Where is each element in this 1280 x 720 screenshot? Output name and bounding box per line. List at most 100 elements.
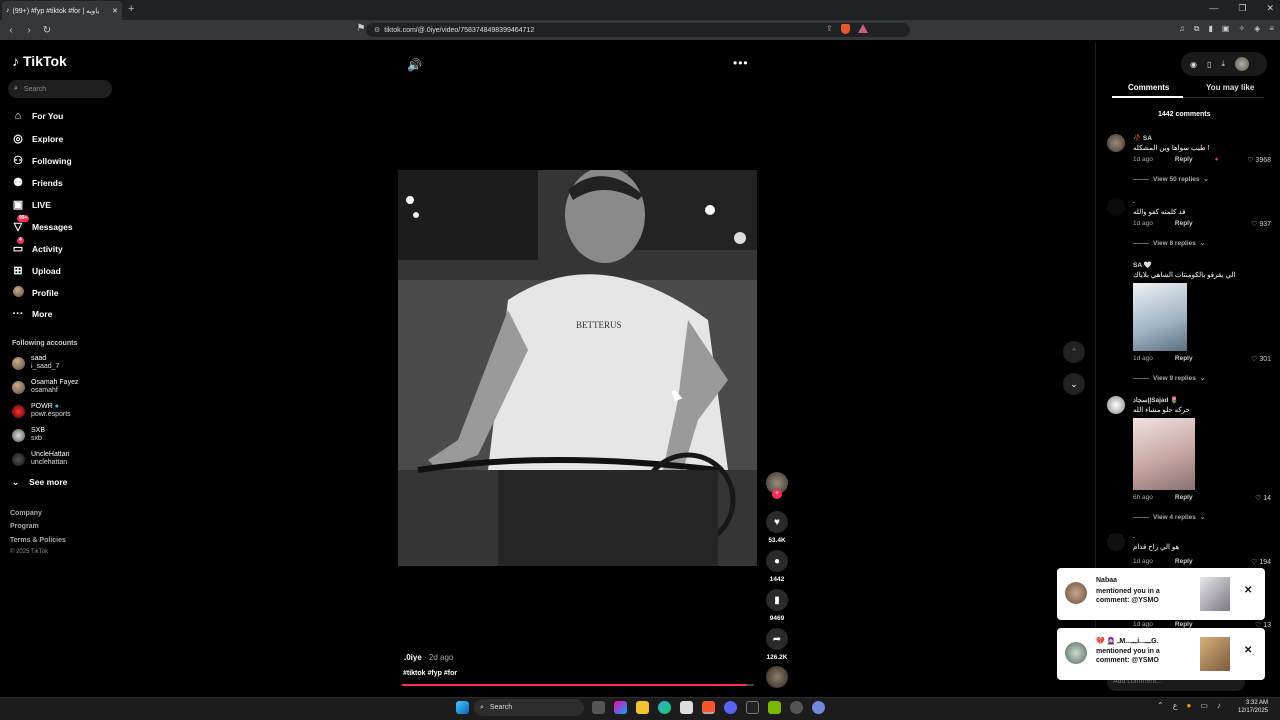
tiktok-logo[interactable]: ♪ TikTok <box>12 53 67 69</box>
account-item[interactable]: POWR ● powr.esports <box>12 403 71 419</box>
comment-author[interactable]: 🥀 SA <box>1133 134 1152 142</box>
avatar[interactable] <box>1107 198 1125 216</box>
comment-like-button[interactable]: ♡ 937 <box>1251 220 1271 228</box>
previous-video-button[interactable]: ⌃ <box>1063 341 1085 363</box>
brave-icon[interactable] <box>702 701 715 714</box>
menu-icon[interactable]: ≡ <box>1269 24 1274 34</box>
creator-avatar[interactable]: + <box>765 472 789 499</box>
account-item[interactable]: UncleHattan unclehattan <box>12 451 70 467</box>
footer-terms[interactable]: Terms & Policies <box>10 537 66 544</box>
avatar[interactable] <box>1107 134 1125 152</box>
close-tab-icon[interactable]: ✕ <box>112 7 118 15</box>
close-window-icon[interactable]: ✕ <box>1266 3 1274 14</box>
video-player[interactable]: BETTERUS <box>398 170 757 566</box>
reply-button[interactable]: Reply <box>1175 621 1193 628</box>
comment-like-button[interactable]: ♡ 3968 <box>1247 156 1271 164</box>
minimize-icon[interactable]: — <box>1209 3 1218 14</box>
taskbar-search[interactable]: ⌕ Search <box>474 699 584 716</box>
site-info-icon[interactable]: ⚙ <box>374 26 380 34</box>
share-icon[interactable]: ⇪ <box>826 24 833 34</box>
video-caption[interactable]: #tiktok #fyp #for <box>403 670 457 677</box>
forward-icon[interactable]: › <box>22 25 36 36</box>
avatar[interactable] <box>1107 396 1125 414</box>
nav-live[interactable]: ▣ LIVE <box>12 198 51 211</box>
footer-company[interactable]: Company <box>10 510 42 517</box>
chevron-up-icon[interactable]: ⌃ <box>1157 701 1164 710</box>
footer-program[interactable]: Program <box>10 523 39 530</box>
comment-button[interactable]: ● 1442 <box>765 550 789 583</box>
file-explorer-icon[interactable] <box>636 701 649 714</box>
media-icon[interactable]: ♫ <box>1179 24 1185 34</box>
reply-button[interactable]: Reply <box>1175 220 1193 227</box>
comment-author[interactable]: . <box>1133 533 1135 540</box>
nav-explore[interactable]: ◎ Explore <box>12 132 63 145</box>
comment-like-button[interactable]: ♡ 14 <box>1255 494 1271 502</box>
video-author[interactable]: .0iye · 2d ago <box>404 653 453 662</box>
app-icon[interactable] <box>790 701 803 714</box>
terminal-icon[interactable] <box>746 701 759 714</box>
like-button[interactable]: ♥ 53.4K <box>765 511 789 544</box>
nav-friends[interactable]: ⚉ Friends <box>12 176 63 189</box>
wallet-icon[interactable]: ▣ <box>1222 24 1230 34</box>
comment-like-button[interactable]: ♡ 194 <box>1251 558 1271 566</box>
tab-comments[interactable]: Comments <box>1128 83 1169 92</box>
leo-icon[interactable]: ✧ <box>1238 24 1245 34</box>
new-tab-button[interactable]: + <box>128 3 134 15</box>
reload-icon[interactable]: ↻ <box>40 25 54 36</box>
account-item[interactable]: Osamah Fayez osamahf <box>12 379 78 395</box>
phone-icon[interactable]: ▯ <box>1207 60 1211 69</box>
share-button[interactable]: ➦ 126.2K <box>765 628 789 661</box>
account-item[interactable]: saad i_saad_7 <box>12 355 59 371</box>
view-replies-button[interactable]: View 9 replies ⌄ <box>1133 374 1205 382</box>
nav-profile[interactable]: Profile <box>12 286 58 300</box>
download-icon[interactable]: ⤓ <box>1221 59 1225 69</box>
start-icon[interactable] <box>456 701 469 714</box>
comment-author[interactable]: سجاد||Sajad 🌷 <box>1133 396 1178 404</box>
comment-author[interactable]: . <box>1133 198 1135 205</box>
account-item[interactable]: SXB sxb <box>12 427 45 443</box>
taskbar-clock[interactable]: 3:32 AM 12/17/2025 <box>1238 699 1268 715</box>
close-icon[interactable]: ✕ <box>1244 585 1252 596</box>
volume-icon[interactable]: 🔊 <box>407 58 422 72</box>
vpn-icon[interactable]: ◈ <box>1254 24 1260 34</box>
nav-more[interactable]: ··· More <box>12 308 53 320</box>
view-replies-button[interactable]: View 50 replies ⌄ <box>1133 175 1209 183</box>
nvidia-icon[interactable] <box>768 701 781 714</box>
search-input[interactable]: ⌕ Search <box>8 80 112 98</box>
language-indicator[interactable]: ع <box>1173 701 1178 710</box>
network-icon[interactable]: ▭ <box>1200 701 1208 710</box>
user-avatar[interactable] <box>1234 57 1249 71</box>
browser-tab[interactable]: ♪ (99+) #fyp #tiktok #for | ياويه ✕ <box>2 1 122 20</box>
sidebar-toggle-icon[interactable]: ▮ <box>1209 24 1213 34</box>
comment-author[interactable]: SA 🤍 <box>1133 261 1152 269</box>
comment-image[interactable] <box>1133 418 1195 490</box>
brave-rewards-icon[interactable] <box>857 24 868 33</box>
nav-activity[interactable]: ▭ 4 Activity <box>12 237 63 255</box>
nav-messages[interactable]: ▽ 99+ Messages <box>12 215 73 233</box>
tab-you-may-like[interactable]: You may like <box>1206 83 1254 92</box>
follow-plus-icon[interactable]: + <box>772 489 782 499</box>
reply-button[interactable]: Reply <box>1175 558 1193 565</box>
speaker-icon[interactable]: ♪ <box>1217 701 1221 710</box>
microphone-icon[interactable]: ● <box>1186 701 1191 710</box>
nav-upload[interactable]: ⊞ Upload <box>12 264 60 277</box>
task-view-icon[interactable] <box>592 701 605 714</box>
brave-shield-icon[interactable] <box>840 24 850 34</box>
video-progress-bar[interactable] <box>402 684 754 686</box>
maximize-icon[interactable]: ❐ <box>1238 3 1246 14</box>
avatar[interactable] <box>1107 533 1125 551</box>
reply-button[interactable]: Reply <box>1175 355 1193 362</box>
edge-icon[interactable] <box>658 701 671 714</box>
copilot-icon[interactable] <box>614 701 627 714</box>
next-video-button[interactable]: ⌄ <box>1063 373 1085 395</box>
music-disc[interactable] <box>765 666 789 688</box>
mention-notification[interactable]: Nabaa mentioned you in a comment: @YSMO … <box>1057 568 1265 620</box>
nav-for-you[interactable]: ⌂ For You <box>12 110 64 122</box>
nav-following[interactable]: ⚇ Following <box>12 154 72 167</box>
view-replies-button[interactable]: View 8 replies ⌄ <box>1133 239 1205 247</box>
app-icon[interactable] <box>812 701 825 714</box>
comment-like-button[interactable]: ♡ 301 <box>1251 355 1271 363</box>
compass-icon[interactable]: ◉ <box>1190 60 1197 69</box>
reply-button[interactable]: Reply <box>1175 494 1193 501</box>
save-button[interactable]: ▮ 9469 <box>765 589 789 622</box>
